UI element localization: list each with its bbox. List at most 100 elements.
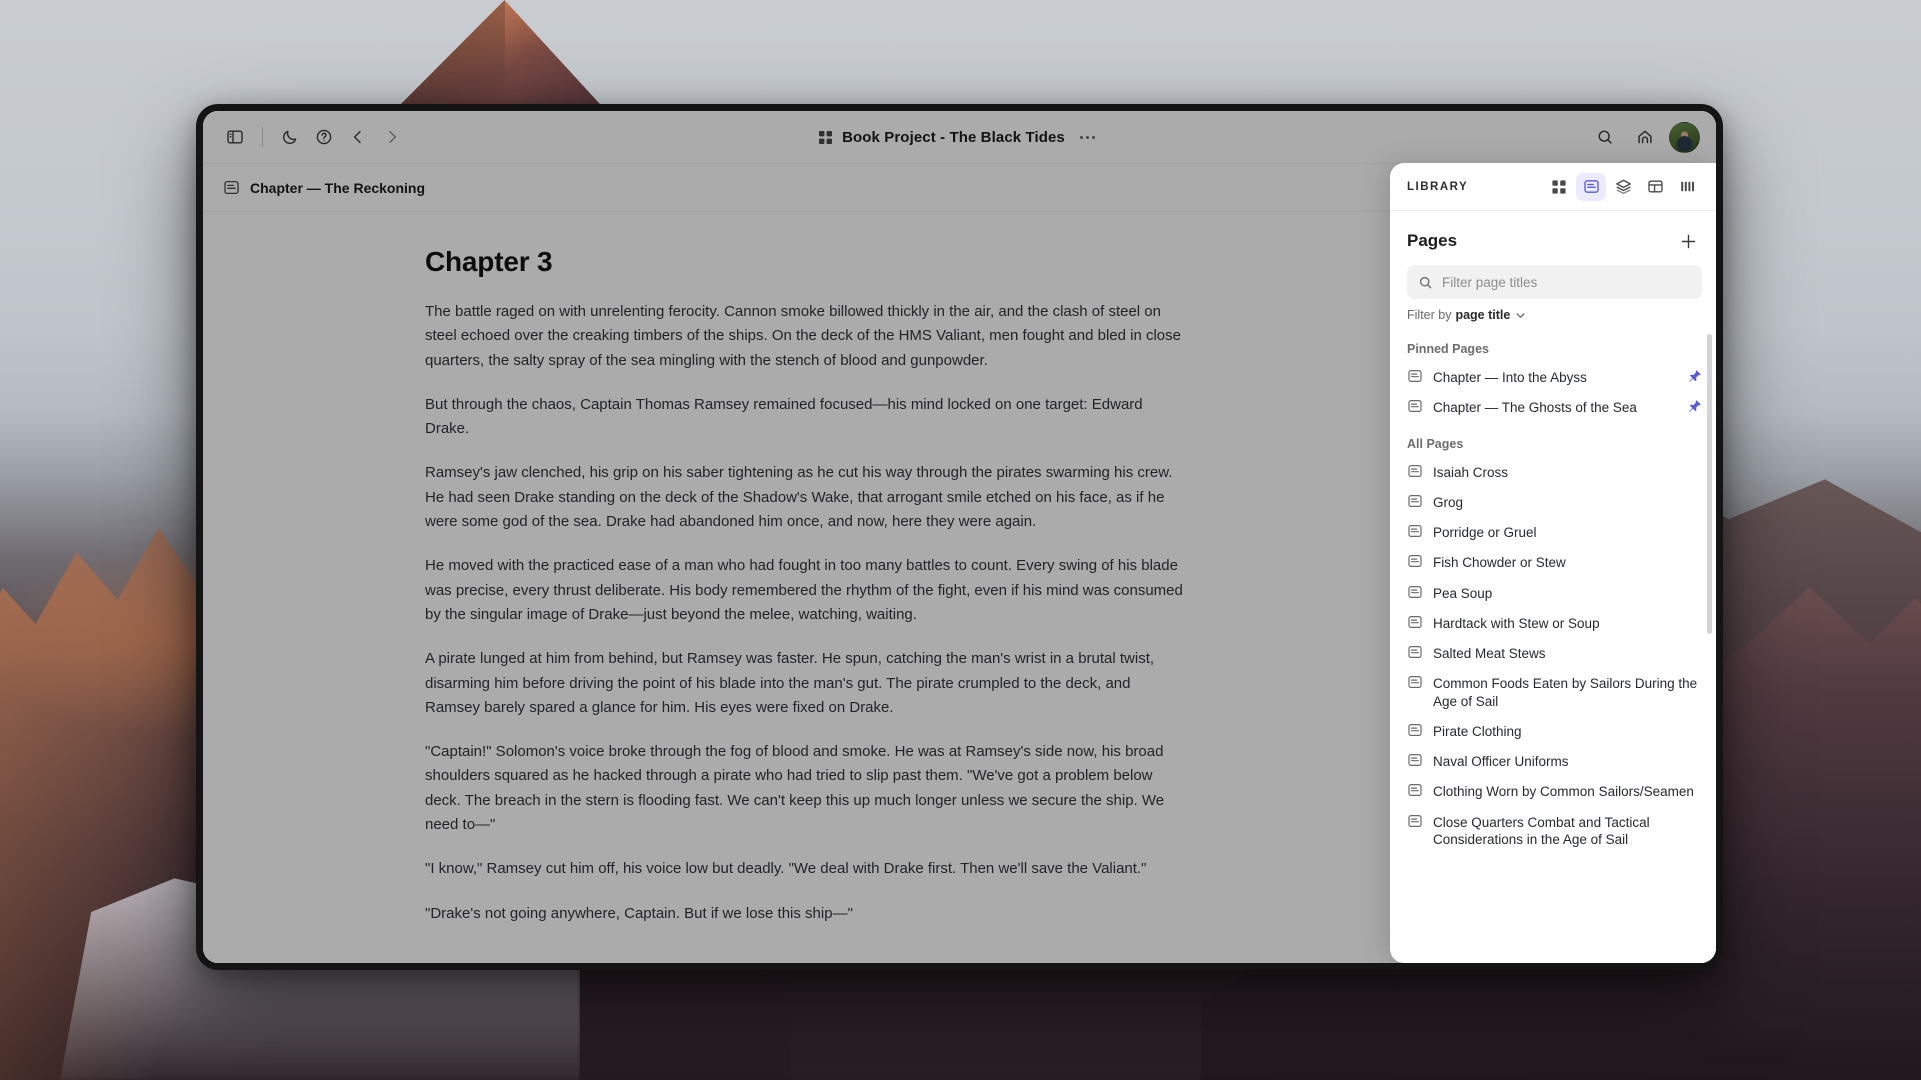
- paragraph: "I know," Ramsey cut him off, his voice …: [425, 860, 1147, 878]
- mountain-peak-shadow: [390, 0, 505, 115]
- library-title: LIBRARY: [1407, 180, 1469, 193]
- titlebar-overflow-button[interactable]: [1074, 132, 1101, 143]
- page-icon: [223, 179, 240, 196]
- pages-scrollbar[interactable]: [1707, 334, 1712, 634]
- pages-heading: Pages: [1407, 231, 1458, 250]
- list-item[interactable]: Chapter — Into the Abyss: [1390, 362, 1716, 392]
- document-content: Chapter 3 The battle raged on with unrel…: [425, 246, 1185, 926]
- all-pages-label: All Pages: [1407, 436, 1464, 451]
- list-item[interactable]: Hardtack with Stew or Soup: [1390, 608, 1716, 638]
- page-icon: [1407, 752, 1423, 768]
- paragraph: A pirate lunged at him from behind, but …: [425, 650, 1155, 716]
- list-item[interactable]: Clothing Worn by Common Sailors/Seamen: [1390, 776, 1716, 806]
- library-view-switcher: [1544, 172, 1702, 201]
- list-item[interactable]: Naval Officer Uniforms: [1390, 746, 1716, 776]
- list-item-label: Hardtack with Stew or Soup: [1433, 615, 1600, 631]
- grid-icon: [818, 130, 833, 145]
- list-item-label: Chapter — Into the Abyss: [1433, 370, 1587, 385]
- titlebar-left-controls: [219, 121, 408, 153]
- grid-view-icon[interactable]: [1544, 173, 1574, 201]
- app-window: Book Project - The Black Tides Chapter —…: [196, 104, 1723, 970]
- filter-by-value: page title: [1455, 308, 1511, 322]
- page-view-icon[interactable]: [1576, 172, 1606, 201]
- list-item[interactable]: Pirate Clothing: [1390, 716, 1716, 746]
- titlebar-right-controls: [1589, 121, 1700, 153]
- columns-view-icon[interactable]: [1672, 173, 1702, 201]
- list-item-label: Common Foods Eaten by Sailors During the…: [1433, 676, 1698, 709]
- help-icon[interactable]: [308, 121, 340, 153]
- list-item-label: Pirate Clothing: [1433, 723, 1522, 739]
- paragraph: "Captain!" Solomon's voice broke through…: [425, 743, 1165, 834]
- pin-icon[interactable]: [1687, 368, 1702, 384]
- filter-input-wrapper[interactable]: [1407, 265, 1702, 299]
- list-item-label: Pea Soup: [1433, 585, 1493, 601]
- list-item[interactable]: Grog: [1390, 487, 1716, 517]
- list-item-label: Porridge or Gruel: [1433, 525, 1537, 541]
- page-icon: [1407, 398, 1423, 414]
- page-icon: [1407, 493, 1423, 509]
- page-tab[interactable]: Chapter — The Reckoning: [223, 179, 425, 196]
- library-header: LIBRARY: [1390, 163, 1716, 211]
- filter-by-prefix: Filter by: [1407, 308, 1452, 322]
- list-item-label: Clothing Worn by Common Sailors/Seamen: [1433, 784, 1694, 800]
- list-item-label: Naval Officer Uniforms: [1433, 754, 1569, 770]
- page-icon: [1407, 523, 1423, 539]
- list-item[interactable]: Pea Soup: [1390, 578, 1716, 608]
- paragraph: Ramsey's jaw clenched, his grip on his s…: [425, 464, 1173, 531]
- filter-page-titles-input[interactable]: [1442, 274, 1691, 290]
- titlebar-divider: [262, 127, 263, 147]
- avatar[interactable]: [1669, 121, 1700, 153]
- pages-list-scroll[interactable]: Pinned Pages Chapter — Into the Abyss Ch…: [1390, 326, 1716, 963]
- pinned-pages-label: Pinned Pages: [1407, 342, 1489, 356]
- pin-icon[interactable]: [1687, 398, 1702, 414]
- sidebar-toggle-icon[interactable]: [219, 121, 251, 153]
- home-icon[interactable]: [1629, 121, 1661, 153]
- search-icon[interactable]: [1589, 121, 1621, 153]
- list-item-label: Grog: [1433, 494, 1464, 510]
- list-item[interactable]: Close Quarters Combat and Tactical Consi…: [1390, 807, 1716, 855]
- list-item[interactable]: Porridge or Gruel: [1390, 517, 1716, 547]
- titlebar-center: Book Project - The Black Tides: [203, 129, 1716, 146]
- dark-mode-icon[interactable]: [274, 121, 306, 153]
- paragraph: The battle raged on with unrelenting fer…: [425, 303, 1181, 369]
- filter-by-control[interactable]: Filter by page title: [1390, 299, 1716, 326]
- page-icon: [1407, 782, 1423, 798]
- table-view-icon[interactable]: [1640, 173, 1670, 201]
- page-icon: [1407, 644, 1423, 660]
- page-icon: [1407, 584, 1423, 600]
- list-item-label: Close Quarters Combat and Tactical Consi…: [1433, 814, 1650, 847]
- page-icon: [1407, 614, 1423, 630]
- window-inner: Book Project - The Black Tides Chapter —…: [203, 111, 1716, 963]
- paragraph: But through the chaos, Captain Thomas Ra…: [425, 395, 1143, 438]
- list-item[interactable]: Fish Chowder or Stew: [1390, 547, 1716, 577]
- page-icon: [1407, 368, 1423, 384]
- add-page-button[interactable]: [1674, 227, 1702, 255]
- page-icon: [1407, 722, 1423, 738]
- list-item-label: Chapter — The Ghosts of the Sea: [1433, 400, 1637, 416]
- page-tab-label: Chapter — The Reckoning: [250, 179, 426, 196]
- list-item[interactable]: Salted Meat Stews: [1390, 638, 1716, 668]
- page-icon: [1407, 553, 1423, 569]
- paragraph: "Drake's not going anywhere, Captain. Bu…: [425, 904, 853, 922]
- back-icon[interactable]: [342, 121, 374, 153]
- search-icon: [1418, 275, 1433, 290]
- layers-view-icon[interactable]: [1608, 173, 1638, 201]
- list-item[interactable]: Common Foods Eaten by Sailors During the…: [1390, 668, 1716, 716]
- list-item-label: Isaiah Cross: [1433, 464, 1509, 480]
- list-item[interactable]: Isaiah Cross: [1390, 457, 1716, 487]
- paragraph: He moved with the practiced ease of a ma…: [425, 557, 1183, 623]
- library-panel: LIBRARY Pages Filter page titles Filter …: [1390, 163, 1716, 963]
- forward-icon[interactable]: [376, 121, 408, 153]
- desktop-wallpaper: Book Project - The Black Tides Chapter —…: [0, 0, 1921, 1080]
- page-title: Book Project - The Black Tides: [842, 128, 1065, 146]
- page-icon: [1407, 463, 1423, 479]
- list-item[interactable]: Chapter — The Ghosts of the Sea: [1390, 392, 1716, 422]
- page-icon: [1407, 674, 1423, 690]
- list-item-label: Salted Meat Stews: [1433, 646, 1546, 662]
- chevron-down-icon: [1514, 309, 1527, 322]
- list-item-label: Fish Chowder or Stew: [1433, 555, 1566, 571]
- titlebar: Book Project - The Black Tides: [203, 111, 1716, 163]
- page-icon: [1407, 813, 1423, 829]
- chapter-heading: Chapter 3: [425, 246, 553, 277]
- pages-heading-row: Pages: [1390, 211, 1716, 265]
